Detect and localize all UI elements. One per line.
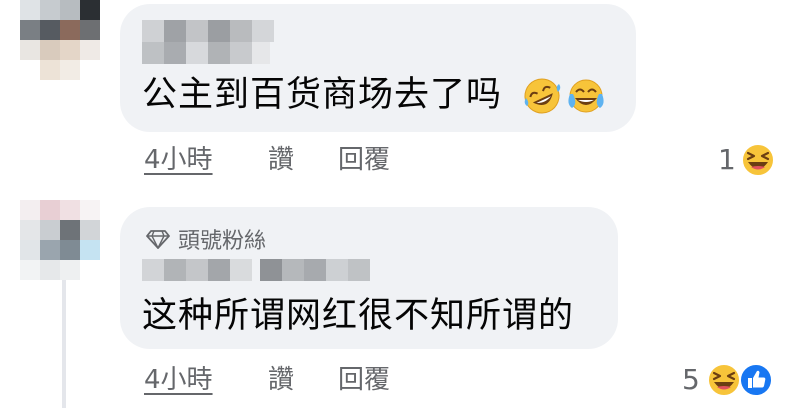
laughing-reaction-icon[interactable] xyxy=(706,362,742,398)
commenter-name-blur xyxy=(142,42,270,64)
diamond-icon xyxy=(146,230,170,249)
like-button[interactable]: 讚 xyxy=(268,145,294,175)
reaction-count[interactable]: 5 xyxy=(682,365,700,395)
reaction-count[interactable]: 1 xyxy=(718,145,736,175)
tears-of-joy-emoji-icon xyxy=(568,79,604,113)
laughing-reaction-icon[interactable] xyxy=(740,142,776,178)
like-button[interactable]: 讚 xyxy=(268,365,294,395)
commenter-name[interactable] xyxy=(142,259,252,281)
top-fan-label: 頭號粉絲 xyxy=(178,229,267,254)
avatar[interactable] xyxy=(20,200,100,280)
rolling-on-floor-laughing-emoji-icon xyxy=(524,78,561,114)
comment-timestamp[interactable]: 4小時 xyxy=(144,365,213,395)
like-reaction-icon[interactable] xyxy=(738,362,774,398)
reply-button[interactable]: 回覆 xyxy=(338,365,390,395)
reply-thread-line xyxy=(62,280,66,408)
commenter-name[interactable] xyxy=(142,20,274,42)
comment-timestamp[interactable]: 4小時 xyxy=(144,145,213,175)
comment-text: 公主到百货商场去了吗 xyxy=(142,75,503,115)
commenter-name-blur xyxy=(260,259,370,281)
reply-button[interactable]: 回覆 xyxy=(338,145,390,175)
avatar[interactable] xyxy=(20,0,100,80)
comment-text: 这种所谓网红很不知所谓的 xyxy=(142,296,575,336)
top-fan-badge[interactable]: 頭號粉絲 xyxy=(146,223,266,255)
